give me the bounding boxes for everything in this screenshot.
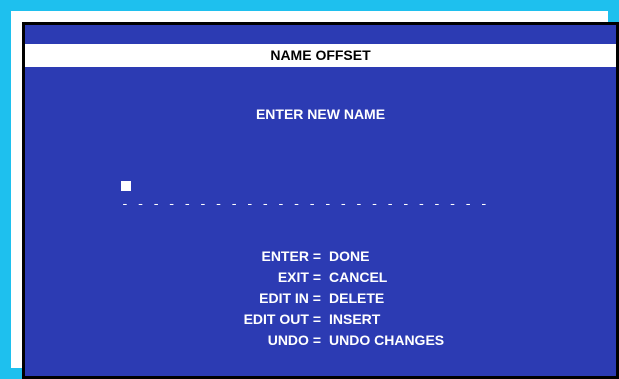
key-help-row-undo: UNDO = UNDO CHANGES (175, 330, 444, 351)
name-input-field[interactable]: - - - - - - - - - - - - - - - - - - - - … (121, 195, 488, 215)
key-action: UNDO CHANGES (329, 332, 445, 348)
key-label: EDIT OUT = (243, 311, 321, 327)
text-cursor (121, 181, 131, 191)
enter-name-prompt: ENTER NEW NAME (255, 106, 386, 122)
key-label: UNDO = (267, 332, 321, 348)
key-label: EDIT IN = (259, 290, 321, 306)
key-action: INSERT (329, 311, 381, 327)
title-bar: NAME OFFSET (25, 44, 616, 67)
key-help-row-edit-out: EDIT OUT = INSERT (175, 309, 444, 330)
key-label: EXIT = (277, 269, 321, 285)
key-help-row-exit: EXIT = CANCEL (175, 267, 444, 288)
dialog-screen: NAME OFFSET ENTER NEW NAME - - - - - - -… (22, 22, 619, 379)
key-action: DONE (329, 248, 370, 264)
key-help-row-enter: ENTER = DONE (175, 246, 444, 267)
outer-frame: NAME OFFSET ENTER NEW NAME - - - - - - -… (0, 0, 619, 379)
key-label: ENTER = (261, 248, 321, 264)
key-action: CANCEL (329, 269, 388, 285)
key-help-list: ENTER = DONE EXIT = CANCEL EDIT IN = DEL… (175, 246, 445, 351)
key-action: DELETE (329, 290, 385, 306)
key-help-row-edit-in: EDIT IN = DELETE (175, 288, 444, 309)
